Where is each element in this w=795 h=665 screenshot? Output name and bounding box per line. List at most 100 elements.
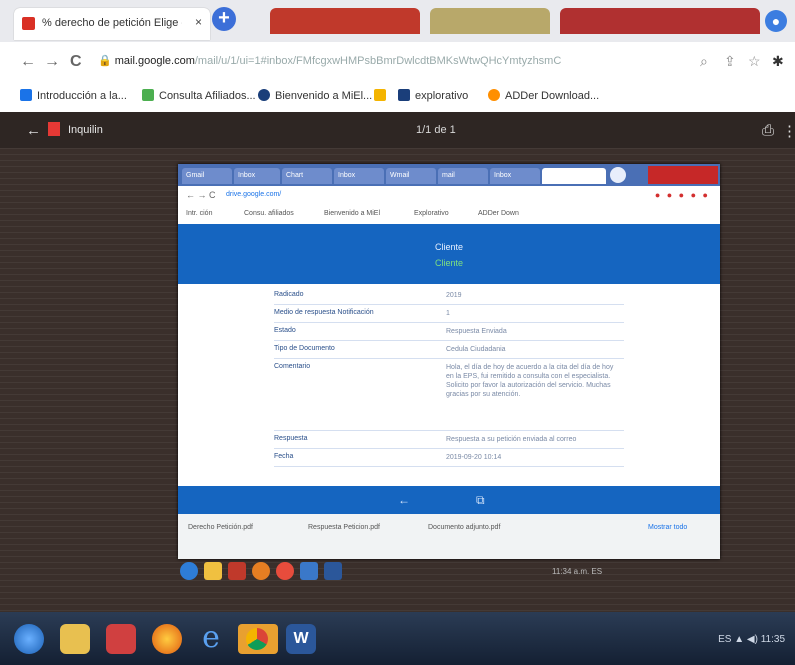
inner-tab: mail (438, 168, 488, 184)
file-icon (48, 122, 60, 136)
chrome-icon (276, 562, 294, 580)
file-explorer-icon (204, 562, 222, 580)
bookmark-item[interactable]: Introducción a la... (20, 89, 127, 102)
table-row: Radicado 2019 (274, 288, 624, 305)
media-player-icon (228, 562, 246, 580)
print-icon[interactable]: ⎙ (762, 122, 774, 139)
inner-taskbar-icons (180, 560, 360, 584)
inner-download-item: Documento adjunto.pdf (428, 524, 501, 531)
inner-bookmark: Bienvenido a MiEl (324, 210, 381, 217)
browser-tab[interactable] (430, 8, 550, 34)
bookmark-item[interactable]: explorativo (398, 89, 468, 102)
table-row: Respuesta Respuesta a su petición enviada… (274, 432, 624, 449)
word-icon[interactable]: W (286, 624, 316, 654)
inner-header-subtitle: Cliente (434, 258, 463, 268)
bookmark-item[interactable]: ADDer Download... (488, 89, 599, 102)
browser-tab-active[interactable]: % derecho de petición Elige - de × (14, 8, 210, 40)
inner-window-controls (648, 166, 718, 184)
inner-page-header: Cliente Cliente (178, 224, 720, 284)
viewer-toolbar: ← Inquilin 1/1 de 1 ⎙ ⋮ (0, 112, 795, 148)
bookmark-item[interactable] (374, 89, 391, 102)
share-icon[interactable]: ⇪ (724, 53, 736, 70)
inner-url: drive.google.com/ (226, 191, 282, 198)
inner-tab: Chart (282, 168, 332, 184)
bookmark-item[interactable]: Bienvenido a MiEl... (258, 89, 372, 102)
windows-start-icon[interactable] (14, 624, 44, 654)
firefox-icon (252, 562, 270, 580)
inner-tab: Wmail (386, 168, 436, 184)
embedded-screenshot: Gmail Inbox Chart Inbox Wmail mail Inbox… (178, 164, 720, 559)
inner-tab-active (542, 168, 606, 184)
inner-bookmark: Intr. ción (186, 210, 213, 217)
bookmark-icon (142, 89, 154, 101)
inner-extension-icons: ● ● ● ● ● (654, 190, 710, 200)
viewer-file-name: Inquilin (68, 124, 103, 136)
bookmark-icon (488, 89, 500, 101)
inner-bookmarks: Intr. ción Consu. afiliados Bienvenido a… (178, 206, 720, 225)
chrome-icon[interactable] (238, 624, 278, 654)
extensions-icon[interactable]: ✱ (772, 53, 784, 70)
gmail-favicon-icon (22, 17, 35, 30)
inner-new-tab-icon (610, 167, 626, 183)
word-icon (324, 562, 342, 580)
url-field[interactable]: 🔒 mail.google.com/mail/u/1/ui=1#inbox/FM… (98, 54, 658, 67)
lock-icon: 🔒 (98, 55, 115, 67)
table-row: Tipo de Documento Cedula Ciudadania (274, 342, 624, 359)
more-icon[interactable]: ⋮ (782, 122, 795, 140)
forward-button[interactable]: → (44, 53, 60, 71)
inner-detail-table: Radicado 2019 Medio de respuesta Notifica… (178, 284, 720, 484)
file-explorer-icon[interactable] (60, 624, 90, 654)
table-row: Estado Respuesta Enviada (274, 324, 624, 341)
viewer-back-button[interactable]: ← (26, 122, 41, 139)
image-viewer: ← Inquilin 1/1 de 1 ⎙ ⋮ Gmail Inbox Char… (0, 112, 795, 612)
windows-start-icon (180, 562, 198, 580)
inner-show-all: Mostrar todo (648, 524, 688, 531)
inner-page-footer: ← ⧉ (178, 486, 720, 514)
inner-tab: Inbox (334, 168, 384, 184)
bookmark-icon (398, 89, 410, 101)
firefox-icon[interactable] (152, 624, 182, 654)
new-tab-button[interactable]: + (212, 7, 236, 31)
taskbar: e W ES ▲ ◀) 11:35 (0, 612, 795, 665)
tab-title: % derecho de petición Elige - de (42, 17, 182, 29)
internet-explorer-icon[interactable]: e (196, 623, 226, 654)
address-bar-row: ← → C 🔒 mail.google.com/mail/u/1/ui=1#in… (0, 42, 795, 80)
system-tray[interactable]: ES ▲ ◀) 11:35 (718, 634, 785, 645)
inner-tray: 11:34 a.m. ES (552, 567, 603, 576)
inner-bookmark: Explorativo (414, 210, 449, 217)
profile-icon[interactable]: ● (765, 10, 787, 32)
bookmark-icon (20, 89, 32, 101)
inner-tab: Inbox (490, 168, 540, 184)
internet-explorer-icon (300, 562, 318, 580)
bookmarks-bar: Introducción a la... Consulta Afiliados.… (0, 80, 795, 113)
bookmark-item[interactable]: Consulta Afiliados... (142, 89, 256, 102)
chrome-logo-icon (246, 628, 268, 650)
search-icon[interactable]: ⌕ (700, 53, 708, 70)
inner-bookmark: Consu. afiliados (244, 210, 294, 217)
inner-header-title: Cliente (434, 242, 463, 252)
bookmark-icon (374, 89, 386, 101)
reload-button[interactable]: C (70, 53, 82, 71)
browser-tab-strip: % derecho de petición Elige - de × + ● (0, 0, 795, 42)
inner-footer-prev: ← (398, 493, 410, 507)
inner-tab: Inbox (234, 168, 280, 184)
table-row: Medio de respuesta Notificación 1 (274, 306, 624, 323)
inner-downloads-bar: Derecho Petición.pdf Respuesta Peticion.… (178, 514, 720, 559)
viewer-page-indicator: 1/1 de 1 (416, 124, 456, 136)
inner-download-item: Respuesta Peticion.pdf (308, 524, 380, 531)
table-row: Fecha 2019-09-20 10:14 (274, 450, 624, 467)
bookmark-icon (258, 89, 270, 101)
browser-tab[interactable] (560, 8, 760, 34)
browser-tab[interactable] (270, 8, 420, 34)
media-player-icon[interactable] (106, 624, 136, 654)
inner-footer-next: ⧉ (476, 493, 485, 507)
inner-bookmark: ADDer Down (478, 210, 519, 217)
back-button[interactable]: ← (20, 53, 36, 71)
inner-download-item: Derecho Petición.pdf (188, 524, 253, 531)
inner-address-bar: ← → C drive.google.com/ ● ● ● ● ● (178, 186, 720, 207)
star-icon[interactable]: ☆ (748, 53, 761, 70)
inner-tab-strip: Gmail Inbox Chart Inbox Wmail mail Inbox (178, 164, 720, 186)
table-row: Comentario Hola, el día de hoy de acuerdo… (274, 360, 624, 431)
tab-close-icon[interactable]: × (195, 15, 202, 29)
inner-nav-icons: ← → C (186, 190, 216, 200)
